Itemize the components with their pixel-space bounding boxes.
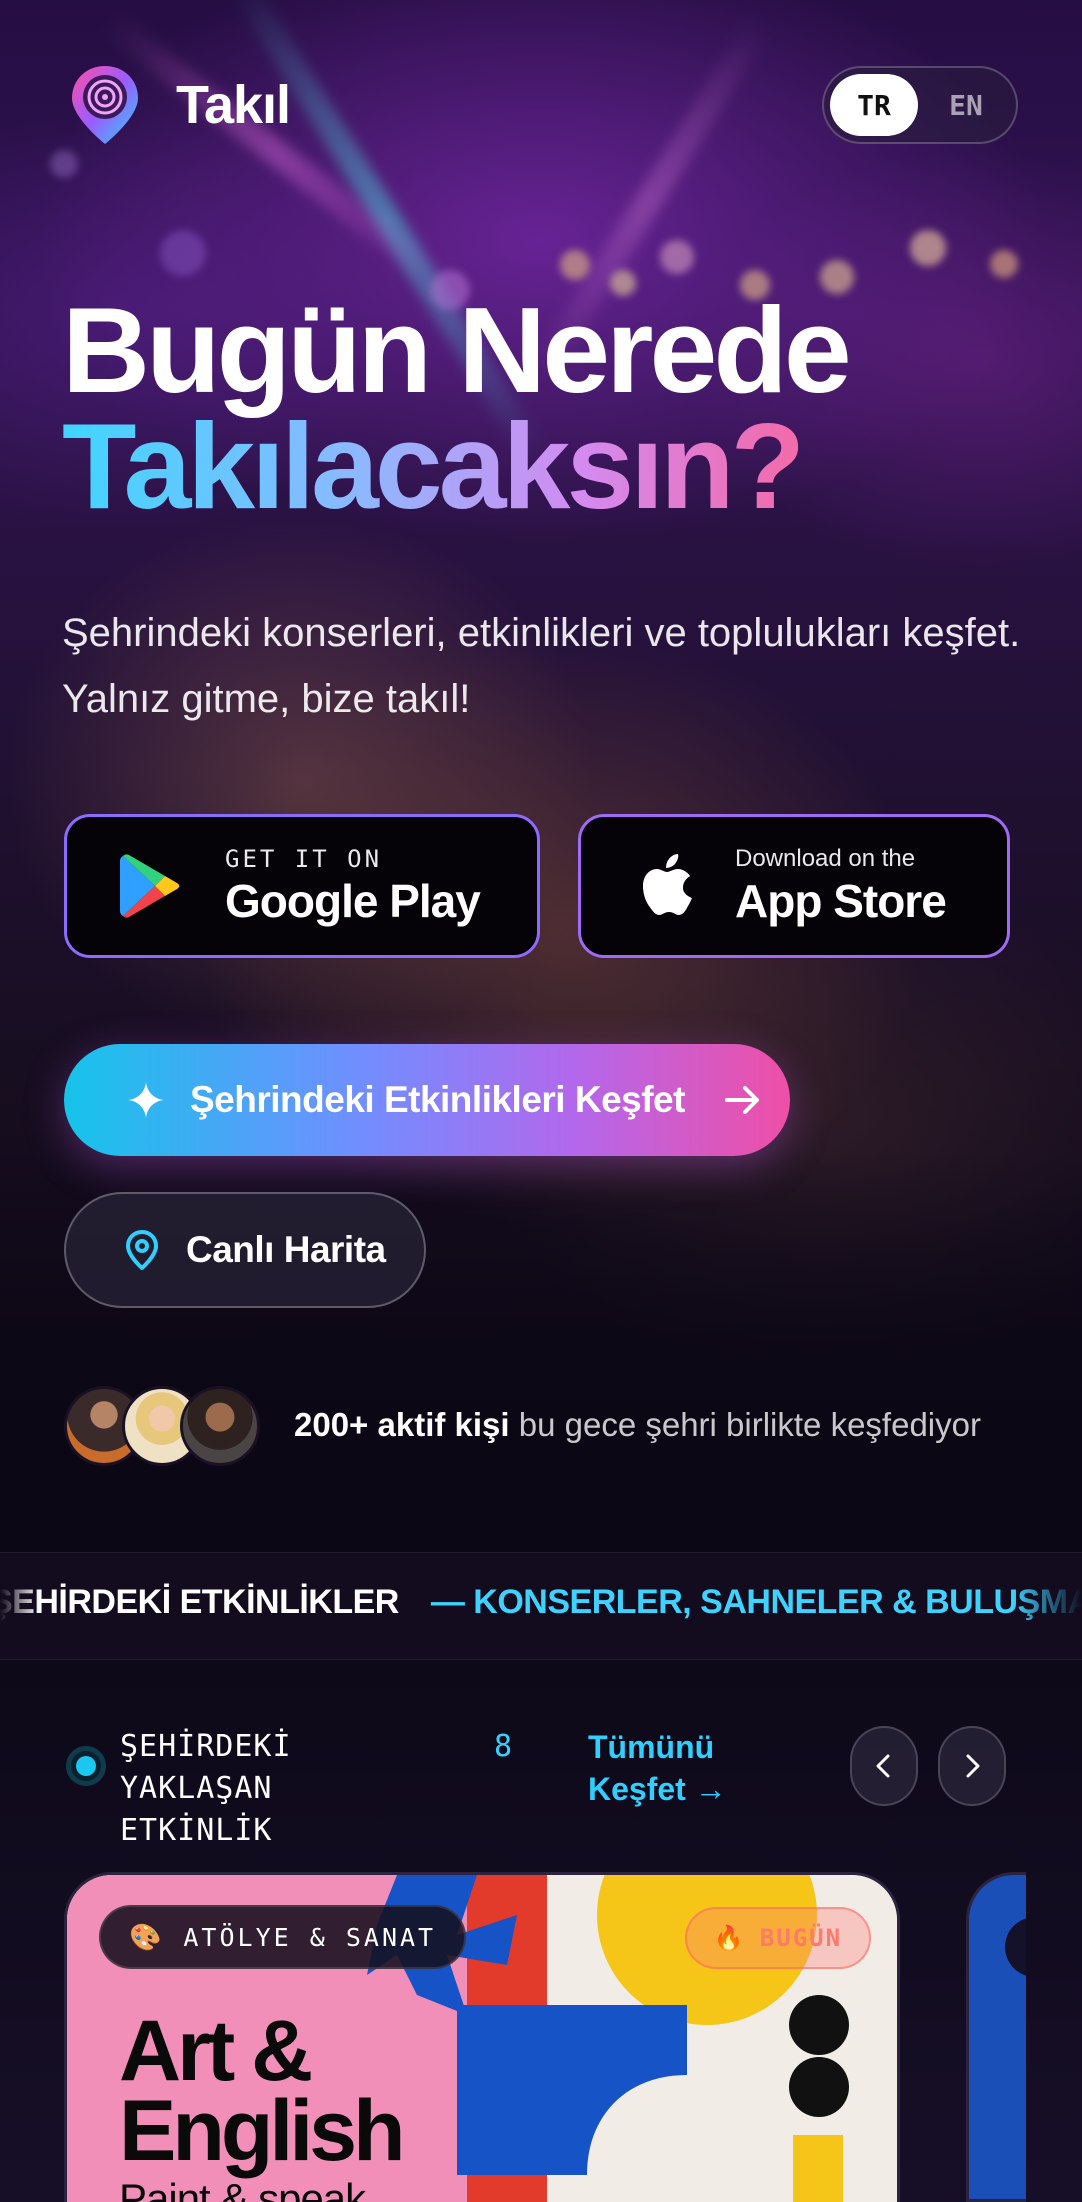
logo-pin-icon bbox=[72, 66, 138, 144]
app-logo[interactable]: Takıl bbox=[70, 64, 291, 146]
live-map-button[interactable]: Canlı Harita bbox=[64, 1192, 426, 1308]
active-users-count: 200+ aktif kişi bbox=[294, 1406, 510, 1443]
app-name: Takıl bbox=[176, 75, 291, 135]
discover-events-label: Şehrindeki Etkinlikleri Keşfet bbox=[190, 1079, 685, 1120]
google-play-small-label: GET IT ON bbox=[225, 845, 383, 873]
map-pin-icon bbox=[125, 1230, 159, 1270]
marquee-text-primary: ŞEHİRDEKİ ETKİNLİKLER bbox=[0, 1583, 399, 1621]
upcoming-title: ŞEHİRDEKİ YAKLAŞAN ETKİNLİK bbox=[120, 1729, 292, 1848]
live-map-label: Canlı Harita bbox=[186, 1229, 386, 1270]
avatar-stack bbox=[64, 1386, 260, 1466]
upcoming-count: 8 bbox=[494, 1729, 513, 1764]
lang-en-button[interactable]: EN bbox=[922, 74, 1010, 136]
event-badge-label: BUGÜN bbox=[759, 1924, 843, 1952]
marquee-text-secondary: — KONSERLER, SAHNELER & BULUŞMALAR bbox=[430, 1583, 1082, 1621]
google-play-label: Google Play bbox=[225, 875, 481, 927]
chevron-right-icon bbox=[966, 1754, 980, 1778]
arrow-right-icon bbox=[724, 1086, 759, 1114]
event-card[interactable]: 🎨 ATÖLYE & SANAT 🔥 BUGÜN Art & English P… bbox=[64, 1872, 900, 2202]
live-indicator-icon bbox=[66, 1746, 106, 1786]
event-subtitle: Paint & speak bbox=[119, 2175, 366, 2202]
palette-icon: 🎨 bbox=[129, 1921, 162, 1952]
event-today-badge: 🔥 BUGÜN bbox=[685, 1907, 871, 1969]
google-play-button[interactable]: GET IT ON Google Play bbox=[64, 814, 540, 958]
language-toggle[interactable]: TR EN bbox=[822, 66, 1018, 144]
app-store-button[interactable]: Download on the App Store bbox=[578, 814, 1010, 958]
carousel-next-button[interactable] bbox=[938, 1726, 1006, 1806]
event-category-chip: 🎨 ATÖLYE & SANAT bbox=[99, 1905, 467, 1969]
chevron-left-icon bbox=[876, 1754, 890, 1778]
avatar bbox=[180, 1386, 260, 1466]
next-event-card[interactable] bbox=[966, 1872, 1026, 2202]
social-proof-rest: bu gece şehri birlikte keşfediyor bbox=[509, 1406, 981, 1443]
app-store-label: App Store bbox=[735, 875, 947, 927]
event-title: Art & English bbox=[119, 2008, 406, 2174]
sparkle-icon bbox=[128, 1082, 164, 1118]
carousel-prev-button[interactable] bbox=[850, 1726, 918, 1806]
events-marquee: ŞEHİRDEKİ ETKİNLİKLER — KONSERLER, SAHNEL… bbox=[0, 1552, 1082, 1660]
event-category-label: ATÖLYE & SANAT bbox=[183, 1922, 437, 1952]
hero-subtitle: Şehrindeki konserleri, etkinlikleri ve t… bbox=[62, 611, 1021, 721]
event-title-line2: English bbox=[119, 2083, 406, 2179]
hero-title: Bugün Nerede Takılacaksın? bbox=[62, 289, 852, 527]
see-all-link[interactable]: Tümünü Keşfet → bbox=[588, 1726, 748, 1810]
fire-icon: 🔥 bbox=[713, 1924, 744, 1952]
lang-tr-button[interactable]: TR bbox=[830, 74, 918, 136]
social-proof-text: 200+ aktif kişi bu gece şehri birlikte k… bbox=[294, 1402, 981, 1448]
discover-events-button[interactable]: Şehrindeki Etkinlikleri Keşfet bbox=[64, 1044, 790, 1156]
hero-title-line2: Takılacaksın? bbox=[62, 398, 805, 534]
apple-icon bbox=[643, 854, 692, 915]
google-play-icon bbox=[120, 854, 180, 918]
app-store-small-label: Download on the bbox=[735, 845, 916, 872]
